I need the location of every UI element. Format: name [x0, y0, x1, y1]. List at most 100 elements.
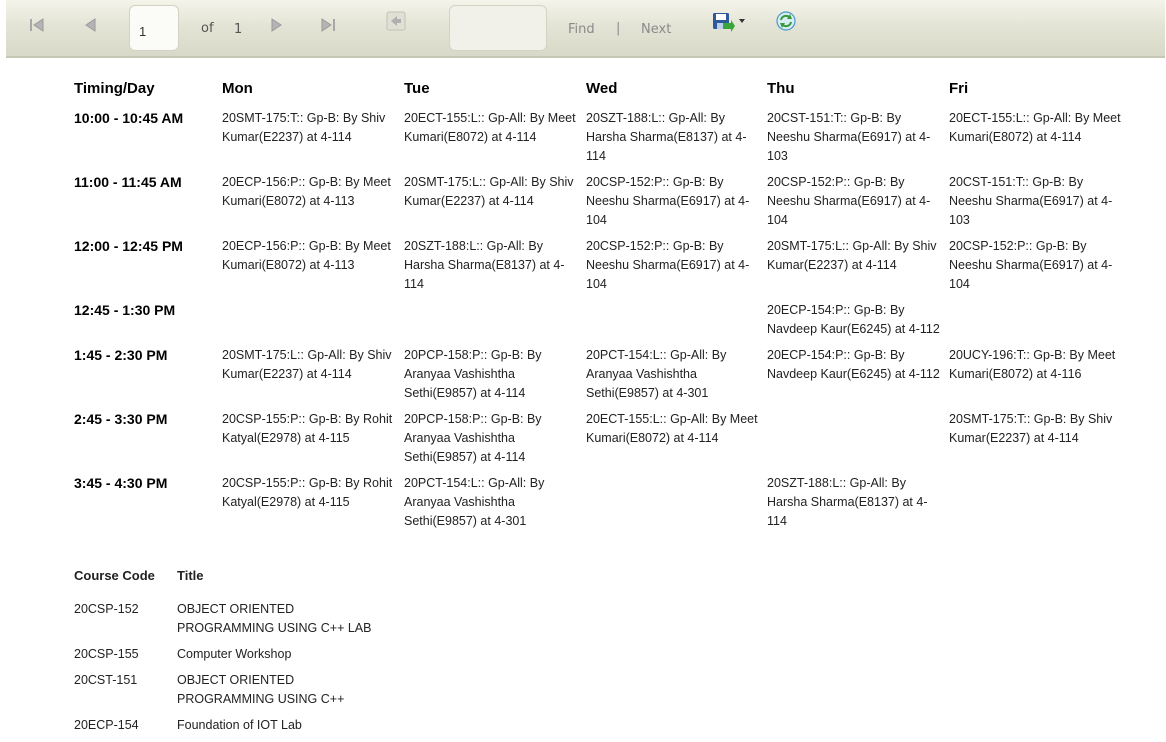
table-row: 12:00 - 12:45 PM 20ECP-156:P:: Gp-B: By …	[74, 237, 1130, 301]
class-text: 20PCT-154:L:: Gp-All: By Aranyaa Vashish…	[586, 348, 727, 400]
class-text: 20UCY-196:T:: Gp-B: By Meet Kumari(E8072…	[949, 348, 1116, 381]
class-cell: 20SMT-175:T:: Gp-B: By Shiv Kumar(E2237)…	[949, 410, 1130, 474]
class-text: 20CSP-152:P:: Gp-B: By Neeshu Sharma(E69…	[767, 175, 931, 227]
table-row: 3:45 - 4:30 PM 20CSP-155:P:: Gp-B: By Ro…	[74, 474, 1130, 538]
course-title: Computer Workshop	[177, 647, 292, 661]
course-code: 20CSP-155	[74, 647, 139, 661]
class-cell: 20ECP-154:P:: Gp-B: By Navdeep Kaur(E624…	[767, 346, 949, 410]
page-of-label: of	[201, 21, 214, 36]
last-page-icon[interactable]	[317, 14, 339, 36]
back-to-parent-icon[interactable]	[384, 9, 408, 33]
class-cell	[949, 301, 1130, 346]
page-total: 1	[234, 22, 243, 37]
day-header: Mon	[222, 80, 253, 97]
class-text: 20CSP-152:P:: Gp-B: By Neeshu Sharma(E69…	[586, 239, 750, 291]
save-export-icon[interactable]	[711, 11, 749, 33]
day-header: Thu	[767, 80, 795, 97]
course-header-row: Course Code Title	[74, 568, 392, 600]
class-text: 20ECP-154:P:: Gp-B: By Navdeep Kaur(E624…	[767, 348, 940, 381]
class-text: 20CSP-155:P:: Gp-B: By Rohit Katyal(E297…	[222, 412, 393, 445]
report-toolbar: 1 of 1 Find | Next	[6, 0, 1165, 58]
class-text: 20SMT-175:L:: Gp-All: By Shiv Kumar(E223…	[767, 239, 937, 272]
class-cell	[404, 301, 586, 346]
course-table: Course Code Title 20CSP-152 OBJECT ORIEN…	[74, 568, 392, 742]
prev-page-icon[interactable]	[80, 14, 102, 36]
day-header: Fri	[949, 80, 969, 97]
day-header: Wed	[586, 80, 618, 97]
page-number-input[interactable]: 1	[129, 5, 179, 51]
find-input[interactable]	[449, 5, 547, 51]
class-cell: 20PCP-158:P:: Gp-B: By Aranyaa Vashishth…	[404, 346, 586, 410]
class-cell	[767, 410, 949, 474]
class-cell	[949, 474, 1130, 538]
refresh-icon[interactable]	[775, 10, 797, 32]
find-link[interactable]: Find	[568, 22, 595, 37]
class-text: 20CST-151:T:: Gp-B: By Neeshu Sharma(E69…	[767, 111, 931, 163]
class-text: 20PCP-158:P:: Gp-B: By Aranyaa Vashishth…	[404, 412, 542, 464]
class-text: 20CST-151:T:: Gp-B: By Neeshu Sharma(E69…	[949, 175, 1113, 227]
class-text: 20ECP-156:P:: Gp-B: By Meet Kumari(E8072…	[222, 175, 391, 208]
time-slot: 1:45 - 2:30 PM	[74, 347, 168, 363]
class-cell: 20ECT-155:L:: Gp-All: By Meet Kumari(E80…	[586, 410, 767, 474]
course-title: OBJECT ORIENTED PROGRAMMING USING C++	[177, 673, 345, 706]
first-page-icon[interactable]	[26, 14, 48, 36]
table-row: 12:45 - 1:30 PM 20ECP-154:P:: Gp-B: By N…	[74, 301, 1130, 346]
class-text: 20SZT-188:L:: Gp-All: By Harsha Sharma(E…	[767, 476, 928, 528]
class-text: 20SMT-175:T:: Gp-B: By Shiv Kumar(E2237)…	[949, 412, 1113, 445]
timing-day-header: Timing/Day	[74, 80, 155, 97]
timetable-header-row: Timing/Day Mon Tue Wed Thu Fri	[74, 80, 1130, 109]
class-text: 20ECP-156:P:: Gp-B: By Meet Kumari(E8072…	[222, 239, 391, 272]
class-cell: 20CSP-155:P:: Gp-B: By Rohit Katyal(E297…	[222, 410, 404, 474]
table-row: 1:45 - 2:30 PM 20SMT-175:L:: Gp-All: By …	[74, 346, 1130, 410]
class-cell: 20SZT-188:L:: Gp-All: By Harsha Sharma(E…	[586, 109, 767, 173]
class-cell: 20CSP-152:P:: Gp-B: By Neeshu Sharma(E69…	[767, 173, 949, 237]
class-cell: 20PCP-158:P:: Gp-B: By Aranyaa Vashishth…	[404, 410, 586, 474]
class-cell: 20PCT-154:L:: Gp-All: By Aranyaa Vashish…	[404, 474, 586, 538]
next-page-icon[interactable]	[265, 14, 287, 36]
class-cell: 20PCT-154:L:: Gp-All: By Aranyaa Vashish…	[586, 346, 767, 410]
class-cell	[586, 301, 767, 346]
course-code: 20CSP-152	[74, 602, 139, 616]
class-cell: 20SZT-188:L:: Gp-All: By Harsha Sharma(E…	[404, 237, 586, 301]
class-cell: 20SMT-175:L:: Gp-All: By Shiv Kumar(E223…	[767, 237, 949, 301]
course-title: OBJECT ORIENTED PROGRAMMING USING C++ LA…	[177, 602, 372, 635]
class-cell: 20CSP-155:P:: Gp-B: By Rohit Katyal(E297…	[222, 474, 404, 538]
class-cell: 20SMT-175:L:: Gp-All: By Shiv Kumar(E223…	[222, 346, 404, 410]
class-text: 20ECP-154:P:: Gp-B: By Navdeep Kaur(E624…	[767, 303, 940, 336]
class-text: 20CSP-152:P:: Gp-B: By Neeshu Sharma(E69…	[586, 175, 750, 227]
class-text: 20SZT-188:L:: Gp-All: By Harsha Sharma(E…	[404, 239, 565, 291]
table-row: 2:45 - 3:30 PM 20CSP-155:P:: Gp-B: By Ro…	[74, 410, 1130, 474]
class-cell: 20CSP-152:P:: Gp-B: By Neeshu Sharma(E69…	[586, 237, 767, 301]
time-slot: 2:45 - 3:30 PM	[74, 411, 168, 427]
course-title: Foundation of IOT Lab	[177, 718, 302, 732]
find-next-link[interactable]: Next	[641, 22, 671, 37]
class-cell	[222, 301, 404, 346]
table-row: 10:00 - 10:45 AM 20SMT-175:T:: Gp-B: By …	[74, 109, 1130, 173]
class-text: 20ECT-155:L:: Gp-All: By Meet Kumari(E80…	[404, 111, 576, 144]
class-text: 20ECT-155:L:: Gp-All: By Meet Kumari(E80…	[586, 412, 758, 445]
class-text: 20SMT-175:L:: Gp-All: By Shiv Kumar(E223…	[404, 175, 574, 208]
day-header: Tue	[404, 80, 430, 97]
class-cell: 20CST-151:T:: Gp-B: By Neeshu Sharma(E69…	[767, 109, 949, 173]
class-text: 20CSP-152:P:: Gp-B: By Neeshu Sharma(E69…	[949, 239, 1113, 291]
class-cell: 20ECT-155:L:: Gp-All: By Meet Kumari(E80…	[404, 109, 586, 173]
class-cell: 20ECP-156:P:: Gp-B: By Meet Kumari(E8072…	[222, 173, 404, 237]
course-code-header: Course Code	[74, 568, 155, 583]
class-text: 20PCT-154:L:: Gp-All: By Aranyaa Vashish…	[404, 476, 545, 528]
table-row: 20CSP-155 Computer Workshop	[74, 645, 392, 671]
class-cell: 20UCY-196:T:: Gp-B: By Meet Kumari(E8072…	[949, 346, 1130, 410]
class-text: 20SMT-175:L:: Gp-All: By Shiv Kumar(E223…	[222, 348, 392, 381]
table-row: 20CST-151 OBJECT ORIENTED PROGRAMMING US…	[74, 671, 392, 716]
class-text: 20SMT-175:T:: Gp-B: By Shiv Kumar(E2237)…	[222, 111, 386, 144]
class-cell: 20ECP-154:P:: Gp-B: By Navdeep Kaur(E624…	[767, 301, 949, 346]
table-row: 20CSP-152 OBJECT ORIENTED PROGRAMMING US…	[74, 600, 392, 645]
class-cell: 20SMT-175:L:: Gp-All: By Shiv Kumar(E223…	[404, 173, 586, 237]
find-separator: |	[616, 21, 621, 36]
class-text: 20CSP-155:P:: Gp-B: By Rohit Katyal(E297…	[222, 476, 393, 509]
class-cell: 20SMT-175:T:: Gp-B: By Shiv Kumar(E2237)…	[222, 109, 404, 173]
course-title-header: Title	[177, 568, 204, 583]
time-slot: 3:45 - 4:30 PM	[74, 475, 168, 491]
table-row: 11:00 - 11:45 AM 20ECP-156:P:: Gp-B: By …	[74, 173, 1130, 237]
class-text: 20SZT-188:L:: Gp-All: By Harsha Sharma(E…	[586, 111, 747, 163]
course-code: 20CST-151	[74, 673, 138, 687]
